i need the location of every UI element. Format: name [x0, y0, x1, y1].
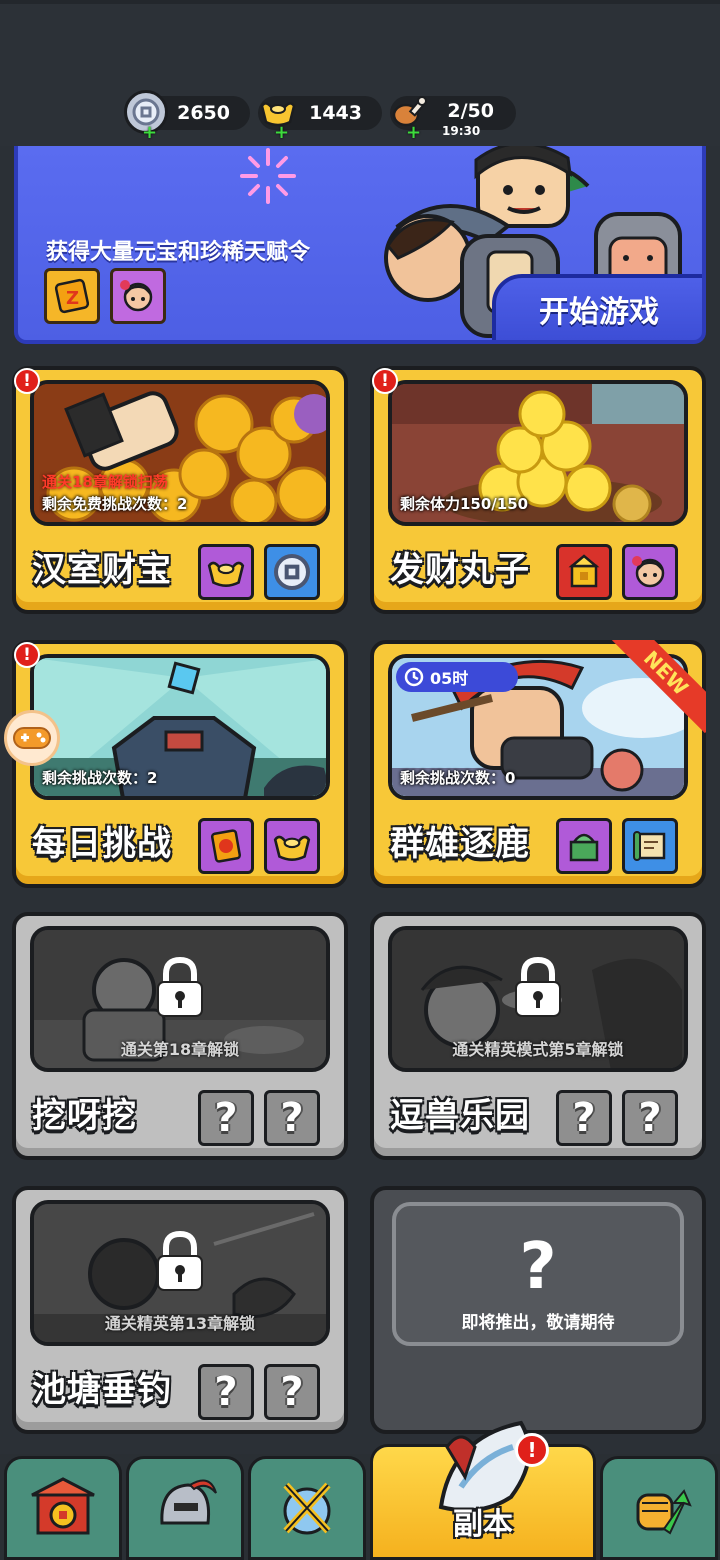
- hero-portrait-reward-icon[interactable]: [622, 544, 678, 600]
- svg-text:Z: Z: [66, 288, 79, 309]
- attempts-remaining-text: 剩余挑战次数：2: [42, 769, 158, 787]
- pond-fishing-art: 通关精英第13章解锁: [30, 1200, 330, 1346]
- clock-icon: [404, 667, 424, 687]
- alert-badge: !: [372, 368, 398, 394]
- gold-ingot-reward-icon[interactable]: [198, 544, 254, 600]
- daily-challenge-art: 剩余挑战次数：2: [30, 654, 330, 800]
- add-ingots-icon[interactable]: +: [274, 122, 289, 143]
- coming-soon-panel: ? 即将推出，敬请期待: [392, 1202, 684, 1346]
- ingot-counter[interactable]: + 1443: [258, 96, 382, 143]
- card-coming-soon: ? 即将推出，敬请期待: [370, 1186, 706, 1434]
- unlock-sweep-note: 通关18章解锁扫荡: [42, 473, 168, 491]
- unlock-requirement: 通关第18章解锁: [120, 1040, 240, 1059]
- lock-icon: [157, 956, 203, 1017]
- new-tag: NEW: [610, 640, 706, 736]
- coin-counter[interactable]: + 2650: [124, 90, 250, 143]
- fortune-dumplings-art: 剩余体力150/150: [388, 380, 688, 526]
- helmet-icon: [160, 1479, 217, 1525]
- event-timer: 05时: [396, 662, 518, 692]
- fist-upgrade-icon: [636, 1489, 692, 1535]
- start-game-button[interactable]: 开始游戏: [492, 274, 702, 340]
- card-title: 群雄逐鹿: [390, 824, 530, 864]
- stamina-remaining-text: 剩余体力150/150: [400, 495, 529, 513]
- scroll-map-reward-icon[interactable]: [622, 818, 678, 874]
- event-timer-text: 05时: [430, 669, 469, 688]
- unknown-reward-1: ?: [198, 1364, 254, 1420]
- top-resource-bar: + 2650 + 1443 + 2/50 19:30: [0, 0, 720, 146]
- coin-reward-icon[interactable]: [264, 544, 320, 600]
- talent-token-icon[interactable]: Z: [44, 268, 100, 324]
- city-gate-icon: [31, 1477, 95, 1535]
- stamina-counter[interactable]: + 2/50 19:30: [390, 96, 516, 143]
- dungeon-alert-badge: !: [515, 1433, 549, 1467]
- card-title: 发财丸子: [390, 550, 530, 590]
- jade-seal-reward-icon[interactable]: [556, 818, 612, 874]
- sparkle-icon: [240, 148, 296, 204]
- dig-dig-art: 通关第18章解锁: [30, 926, 330, 1072]
- add-stamina-icon[interactable]: +: [406, 122, 421, 143]
- nav-heroes[interactable]: [126, 1456, 244, 1560]
- card-beast-park[interactable]: 通关精英模式第5章解锁 逗兽乐园 ? ?: [370, 912, 706, 1160]
- unknown-reward-1: ?: [556, 1090, 612, 1146]
- unknown-reward-1: ?: [198, 1090, 254, 1146]
- nav-upgrade[interactable]: [600, 1456, 718, 1560]
- nav-dungeon[interactable]: ! 副本: [370, 1420, 596, 1560]
- card-pond-fishing[interactable]: 通关精英第13章解锁 池塘垂钓 ? ?: [12, 1186, 348, 1434]
- unlock-requirement: 通关精英模式第5章解锁: [452, 1040, 624, 1059]
- card-heroes-contest[interactable]: NEW 05时 剩余挑战次数：0 群雄逐鹿: [370, 640, 706, 888]
- lock-icon: [515, 956, 561, 1017]
- card-han-treasure[interactable]: ! 通关18章解锁扫荡 剩余免费挑战次数：2 汉室财宝: [12, 366, 348, 614]
- card-title: 池塘垂钓: [32, 1370, 172, 1410]
- card-title: 逗兽乐园: [390, 1096, 530, 1136]
- ingot-value: 1443: [309, 102, 362, 124]
- question-mark-icon: ?: [519, 1230, 557, 1304]
- nav-city-gate[interactable]: [4, 1456, 122, 1560]
- bottom-nav: ! 副本: [0, 1420, 720, 1560]
- add-coins-icon[interactable]: +: [142, 122, 157, 143]
- crossed-swords-icon: [283, 1482, 331, 1535]
- coming-soon-text: 即将推出，敬请期待: [461, 1313, 615, 1333]
- banner-description: 获得大量元宝和珍稀天赋令: [46, 240, 311, 265]
- alert-badge: !: [14, 368, 40, 394]
- unknown-reward-2: ?: [622, 1090, 678, 1146]
- gold-ingot-reward-icon[interactable]: [264, 818, 320, 874]
- promo-banner[interactable]: 获得大量元宝和珍稀天赋令 Z 开始游戏: [14, 146, 706, 344]
- unlock-requirement: 通关精英第13章解锁: [104, 1314, 256, 1333]
- alert-badge: !: [14, 642, 40, 668]
- card-title: 挖呀挖: [32, 1096, 137, 1136]
- card-fortune-dumplings[interactable]: ! 剩余体力150/150 发财丸子: [370, 366, 706, 614]
- free-attempts-text: 剩余免费挑战次数：2: [42, 495, 188, 513]
- card-dig-dig[interactable]: 通关第18章解锁 挖呀挖 ? ?: [12, 912, 348, 1160]
- card-daily-challenge[interactable]: ! 剩余挑战次数：2 每日挑战: [12, 640, 348, 888]
- card-title: 每日挑战: [32, 824, 172, 864]
- card-title: 汉室财宝: [32, 550, 172, 590]
- lock-icon: [157, 1230, 203, 1291]
- unknown-reward-2: ?: [264, 1090, 320, 1146]
- stamina-value: 2/50: [447, 100, 494, 122]
- gamepad-icon[interactable]: [4, 710, 60, 766]
- talent-token-reward-icon[interactable]: [198, 818, 254, 874]
- nav-battle[interactable]: [248, 1456, 366, 1560]
- coin-value: 2650: [177, 102, 230, 124]
- nav-dungeon-label: 副本: [453, 1507, 513, 1542]
- stamina-timer: 19:30: [442, 124, 481, 138]
- hero-portrait-icon[interactable]: [110, 268, 166, 324]
- golden-seal-reward-icon[interactable]: [556, 544, 612, 600]
- beast-park-art: 通关精英模式第5章解锁: [388, 926, 688, 1072]
- attempts-remaining-text: 剩余挑战次数：0: [400, 769, 516, 787]
- han-treasure-art: 通关18章解锁扫荡 剩余免费挑战次数：2: [30, 380, 330, 526]
- unknown-reward-2: ?: [264, 1364, 320, 1420]
